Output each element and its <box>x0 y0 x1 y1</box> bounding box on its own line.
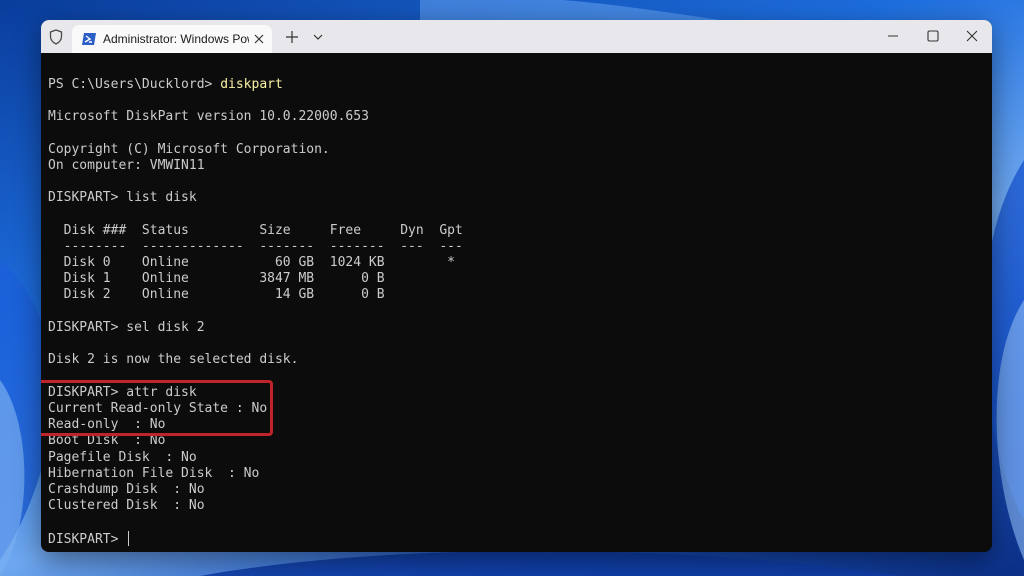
diskpart-prompt: DISKPART> <box>48 532 127 547</box>
disk-table-row: Disk 2 Online 14 GB 0 B <box>48 287 385 302</box>
command-text: diskpart <box>220 77 283 92</box>
title-bar[interactable]: Administrator: Windows PowerShell <box>41 20 992 53</box>
desktop: Administrator: Windows PowerShell <box>0 0 1024 576</box>
attr-line: Pagefile Disk : No <box>48 450 197 465</box>
ps-prompt: PS C:\Users\Ducklord> <box>48 77 221 92</box>
terminal-line: Copyright (C) Microsoft Corporation. <box>48 142 330 157</box>
tab-close-icon[interactable] <box>252 32 266 46</box>
close-icon[interactable] <box>964 28 980 44</box>
powershell-icon <box>82 33 96 45</box>
disk-table-row: Disk 1 Online 3847 MB 0 B <box>48 271 385 286</box>
maximize-icon[interactable] <box>925 28 941 44</box>
attr-line: Clustered Disk : No <box>48 498 205 513</box>
attr-line: Crashdump Disk : No <box>48 482 205 497</box>
disk-table-separator: -------- ------------- ------- ------- -… <box>48 239 463 254</box>
chevron-down-icon[interactable] <box>312 32 324 42</box>
terminal-line: DISKPART> sel disk 2 <box>48 320 205 335</box>
terminal-line: On computer: VMWIN11 <box>48 158 205 173</box>
highlight-annotation <box>41 380 273 436</box>
disk-table-header: Disk ### Status Size Free Dyn Gpt <box>48 223 463 238</box>
shield-icon <box>49 29 63 45</box>
disk-table-row: Disk 0 Online 60 GB 1024 KB * <box>48 255 455 270</box>
terminal-output[interactable]: PS C:\Users\Ducklord> diskpart Microsoft… <box>41 53 992 552</box>
tab-powershell[interactable]: Administrator: Windows PowerShell <box>72 25 272 53</box>
minimize-icon[interactable] <box>885 28 901 44</box>
text-cursor <box>128 531 130 546</box>
attr-line: Hibernation File Disk : No <box>48 466 260 481</box>
terminal-prompt-line[interactable]: DISKPART> <box>48 531 130 547</box>
terminal-line: Microsoft DiskPart version 10.0.22000.65… <box>48 109 369 124</box>
tab-title: Administrator: Windows PowerShell <box>103 32 249 46</box>
terminal-window: Administrator: Windows PowerShell <box>41 20 992 552</box>
terminal-line: Disk 2 is now the selected disk. <box>48 352 299 367</box>
terminal-line: DISKPART> list disk <box>48 190 197 205</box>
plus-icon[interactable] <box>285 30 299 44</box>
terminal-line: PS C:\Users\Ducklord> diskpart <box>48 77 283 93</box>
